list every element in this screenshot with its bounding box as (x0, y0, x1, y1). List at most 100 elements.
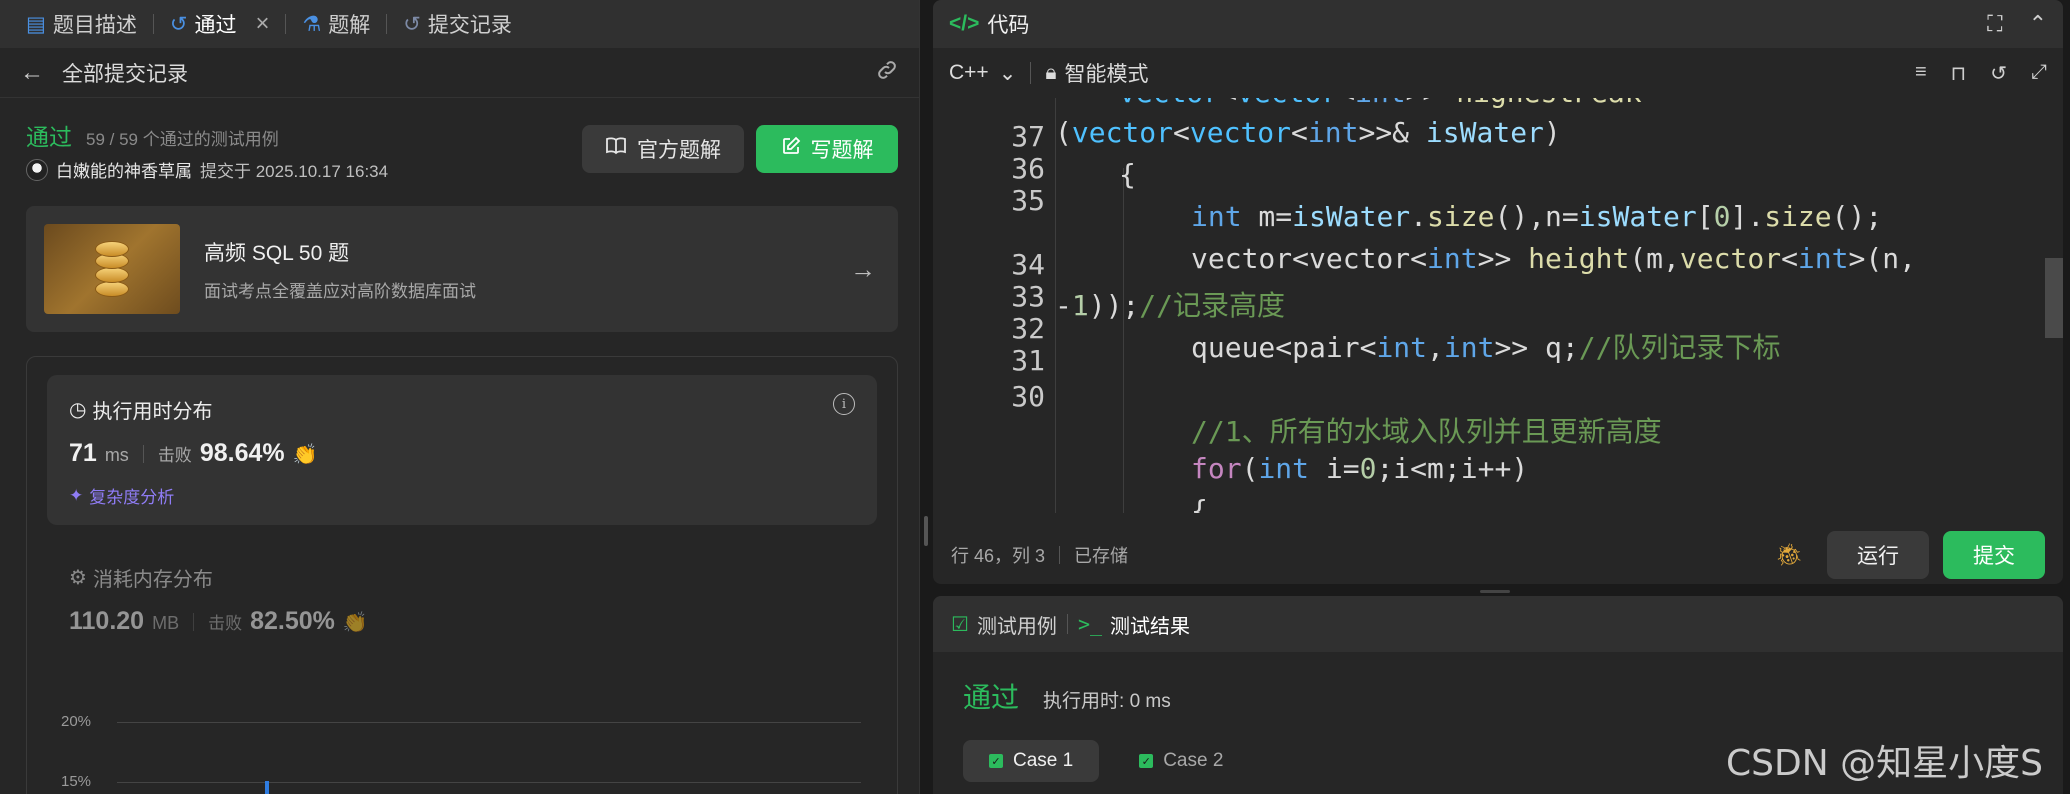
info-icon[interactable]: i (833, 393, 855, 415)
run-button[interactable]: 运行 (1827, 530, 1929, 579)
runtime-metric: 71 ms 击败 98.64% 👏 (69, 439, 318, 468)
tab-submissions[interactable]: ↺ 提交记录 (399, 0, 516, 48)
sparkle-icon: ✦ (69, 485, 84, 505)
link-icon[interactable] (875, 58, 899, 88)
back-arrow-icon[interactable]: ← (20, 59, 44, 87)
indent-guide (1123, 168, 1124, 513)
document-icon: ▤ (26, 12, 46, 36)
complexity-analysis-link[interactable]: ✦ 复杂度分析 (69, 483, 174, 508)
tab-passed[interactable]: ↺ 通过 × (166, 0, 274, 48)
vertical-splitter-handle[interactable] (924, 516, 928, 546)
editor-status-bar: 行 46，列 3 已存储 🐞︎ 运行 提交 (933, 525, 2063, 584)
chevron-down-icon: ⌄ (998, 61, 1017, 85)
runtime-title: ◷ 执行用时分布 (69, 395, 212, 424)
case-tab-2[interactable]: ✓ Case 2 (1113, 740, 1249, 782)
username[interactable]: 白嫩能的神香草属 (56, 157, 192, 182)
editor-actions: 🐞︎ 运行 提交 (1775, 530, 2045, 579)
chip-icon: ⚙ (69, 567, 87, 589)
editor-tools: ≡ ⊓ ↺ ⤢ (1915, 61, 2047, 86)
reset-icon[interactable]: ↺ (1990, 61, 2007, 86)
check-icon: ✓ (1139, 754, 1154, 768)
memory-title[interactable]: ⚙ 消耗内存分布 (69, 563, 213, 592)
result-row: 通过 执行用时: 0 ms (963, 676, 1171, 716)
submission-subbar: ← 全部提交记录 (0, 48, 919, 98)
code-title: 代码 (987, 14, 1030, 37)
runtime-panel[interactable]: ◷ 执行用时分布 i 71 ms 击败 98.64% 👏 ✦ 复杂度分析 (47, 375, 877, 525)
code-icon: </> (949, 12, 980, 35)
line-number: 31 (1011, 344, 1045, 377)
history-icon: ↺ (403, 12, 421, 36)
smart-mode-toggle[interactable]: 🔒︎ 智能模式 (1045, 58, 1148, 88)
result-status: 通过 (963, 682, 1020, 713)
line-number: 34 (1011, 248, 1045, 281)
mode-label: 智能模式 (1064, 63, 1149, 86)
divider (142, 444, 144, 463)
memory-title-label: 消耗内存分布 (92, 569, 213, 591)
code-header: </> 代码 ⛶ ⌃ (933, 0, 2063, 48)
tab-description[interactable]: ▤ 题目描述 (22, 0, 141, 48)
official-solution-button[interactable]: 官方题解 (582, 125, 744, 173)
format-icon[interactable]: ≡ (1915, 61, 1927, 86)
code-line: queue<pair<int,int>> q;//队列记录下标 (1191, 331, 1781, 364)
sql-promo-card[interactable]: 高频 SQL 50 题 面试考点全覆盖应对高阶数据库面试 → (26, 206, 898, 332)
close-icon[interactable]: × (255, 12, 269, 36)
line-number: 38 (933, 98, 1045, 103)
horizontal-splitter-handle[interactable] (1480, 590, 1510, 593)
submitted-time: 提交于 2025.10.17 16:34 (200, 162, 389, 181)
promo-subtitle: 面试考点全覆盖应对高阶数据库面试 (204, 281, 476, 301)
result-time: 执行用时: 0 ms (1043, 691, 1171, 712)
left-panel: ▤ 题目描述 ↺ 通过 × ⚗ 题解 ↺ 提交记录 ← 全部提交记录 通过 59… (0, 0, 920, 794)
clock-icon: ◷ (69, 399, 87, 421)
promo-title: 高频 SQL 50 题 (204, 241, 350, 265)
code-panel: </> 代码 ⛶ ⌃ C++ ⌄ 🔒︎ 智能模式 ≡ ⊓ ↺ ⤢ 37 36 3… (933, 0, 2063, 584)
status-label: 通过 (26, 124, 72, 150)
runtime-unit: ms (104, 445, 129, 465)
fullscreen-icon[interactable]: ⛶ (1987, 11, 2002, 37)
submission-status-row: 通过 59 / 59 个通过的测试用例 (26, 118, 279, 152)
official-solution-label: 官方题解 (637, 139, 721, 162)
tab-divider (152, 14, 154, 34)
case-tab-1[interactable]: ✓ Case 1 (963, 740, 1100, 782)
expand-icon[interactable]: ⤢ (2031, 61, 2047, 86)
code-toolbar: C++ ⌄ 🔒︎ 智能模式 ≡ ⊓ ↺ ⤢ (933, 48, 2063, 98)
tab-description-label: 题目描述 (52, 14, 137, 37)
collapse-icon[interactable]: ⌃ (2029, 11, 2047, 37)
tab-test-cases[interactable]: 测试用例 (977, 610, 1057, 639)
clap-icon: 👏 (342, 612, 368, 634)
promo-text: 高频 SQL 50 题 面试考点全覆盖应对高阶数据库面试 (204, 237, 476, 302)
code-header-icons: ⛶ ⌃ (1987, 11, 2047, 37)
write-solution-label: 写题解 (810, 139, 874, 162)
code-line: int m=isWater.size(),n=isWater[0].size()… (1191, 200, 1883, 233)
debug-lock-icon[interactable]: 🐞︎ (1775, 542, 1803, 568)
divider (193, 612, 195, 631)
arrow-right-icon[interactable]: → (850, 254, 876, 285)
line-number: 37 (1011, 120, 1045, 153)
bookmark-icon[interactable]: ⊓ (1951, 61, 1967, 86)
terminal-icon: >_ (1077, 612, 1103, 636)
database-icon (95, 241, 129, 297)
flask-icon: ⚗ (302, 12, 322, 36)
beat-label: 击败 (208, 614, 243, 633)
app-root: ▤ 题目描述 ↺ 通过 × ⚗ 题解 ↺ 提交记录 ← 全部提交记录 通过 59… (0, 0, 2070, 794)
write-solution-button[interactable]: 写题解 (756, 125, 898, 173)
tab-solutions[interactable]: ⚗ 题解 (298, 0, 374, 48)
code-line: vector<vector<int>> height(m,vector<int>… (1191, 242, 1916, 275)
line-number: 36 (1011, 152, 1045, 185)
code-line: for(int i=0;i<m;i++) (1191, 452, 1529, 485)
memory-unit: MB (152, 613, 180, 633)
line-number: 35 (1011, 184, 1045, 217)
submit-button[interactable]: 提交 (1943, 530, 2045, 579)
tab-divider (285, 14, 287, 34)
editor-scrollbar[interactable] (2045, 258, 2063, 338)
language-label: C++ (949, 61, 989, 84)
code-editor[interactable]: 38 37 36 35 34 33 32 31 30 vector<vector… (933, 98, 2063, 513)
divider (1030, 62, 1032, 84)
code-line: { (1119, 158, 1136, 191)
runtime-title-label: 执行用时分布 (92, 401, 213, 423)
cursor-position: 行 46，列 3 (951, 545, 1046, 566)
runtime-value: 71 (69, 439, 97, 467)
tab-test-result[interactable]: 测试结果 (1110, 610, 1190, 639)
chart-bar[interactable] (265, 781, 269, 794)
avatar[interactable] (26, 158, 48, 181)
language-select[interactable]: C++ ⌄ (949, 61, 1016, 86)
